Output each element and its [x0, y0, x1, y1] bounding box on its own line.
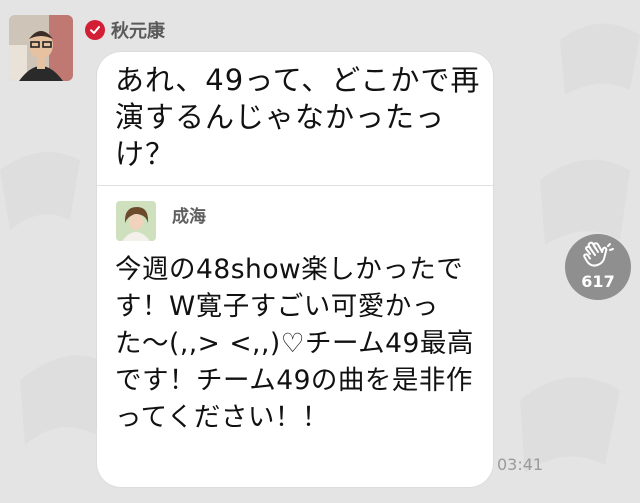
reply-avatar	[116, 201, 156, 241]
message-text: あれ、49って、どこかで再演するんじゃなかったっけ？	[115, 63, 481, 171]
clap-reaction-button[interactable]: 617	[565, 234, 631, 300]
person-photo	[9, 15, 73, 81]
clap-icon	[583, 241, 614, 267]
person-photo	[116, 201, 156, 241]
sender-header: 秋元康	[85, 18, 165, 42]
reply-text: 今週の48show楽しかったです！W寛子すごい可愛かった〜(,,> <,,)♡チ…	[115, 254, 474, 433]
verified-check-icon	[85, 20, 105, 40]
sender-avatar[interactable]	[9, 15, 73, 81]
divider	[97, 185, 493, 186]
timestamp: 03:41	[497, 455, 544, 474]
message-bubble[interactable]: あれ、49って、どこかで再演するんじゃなかったっけ？ 成海 今週の48show楽…	[97, 52, 493, 487]
reply-name: 成海	[172, 207, 206, 227]
reaction-count: 617	[581, 272, 615, 291]
sender-name[interactable]: 秋元康	[111, 17, 165, 43]
